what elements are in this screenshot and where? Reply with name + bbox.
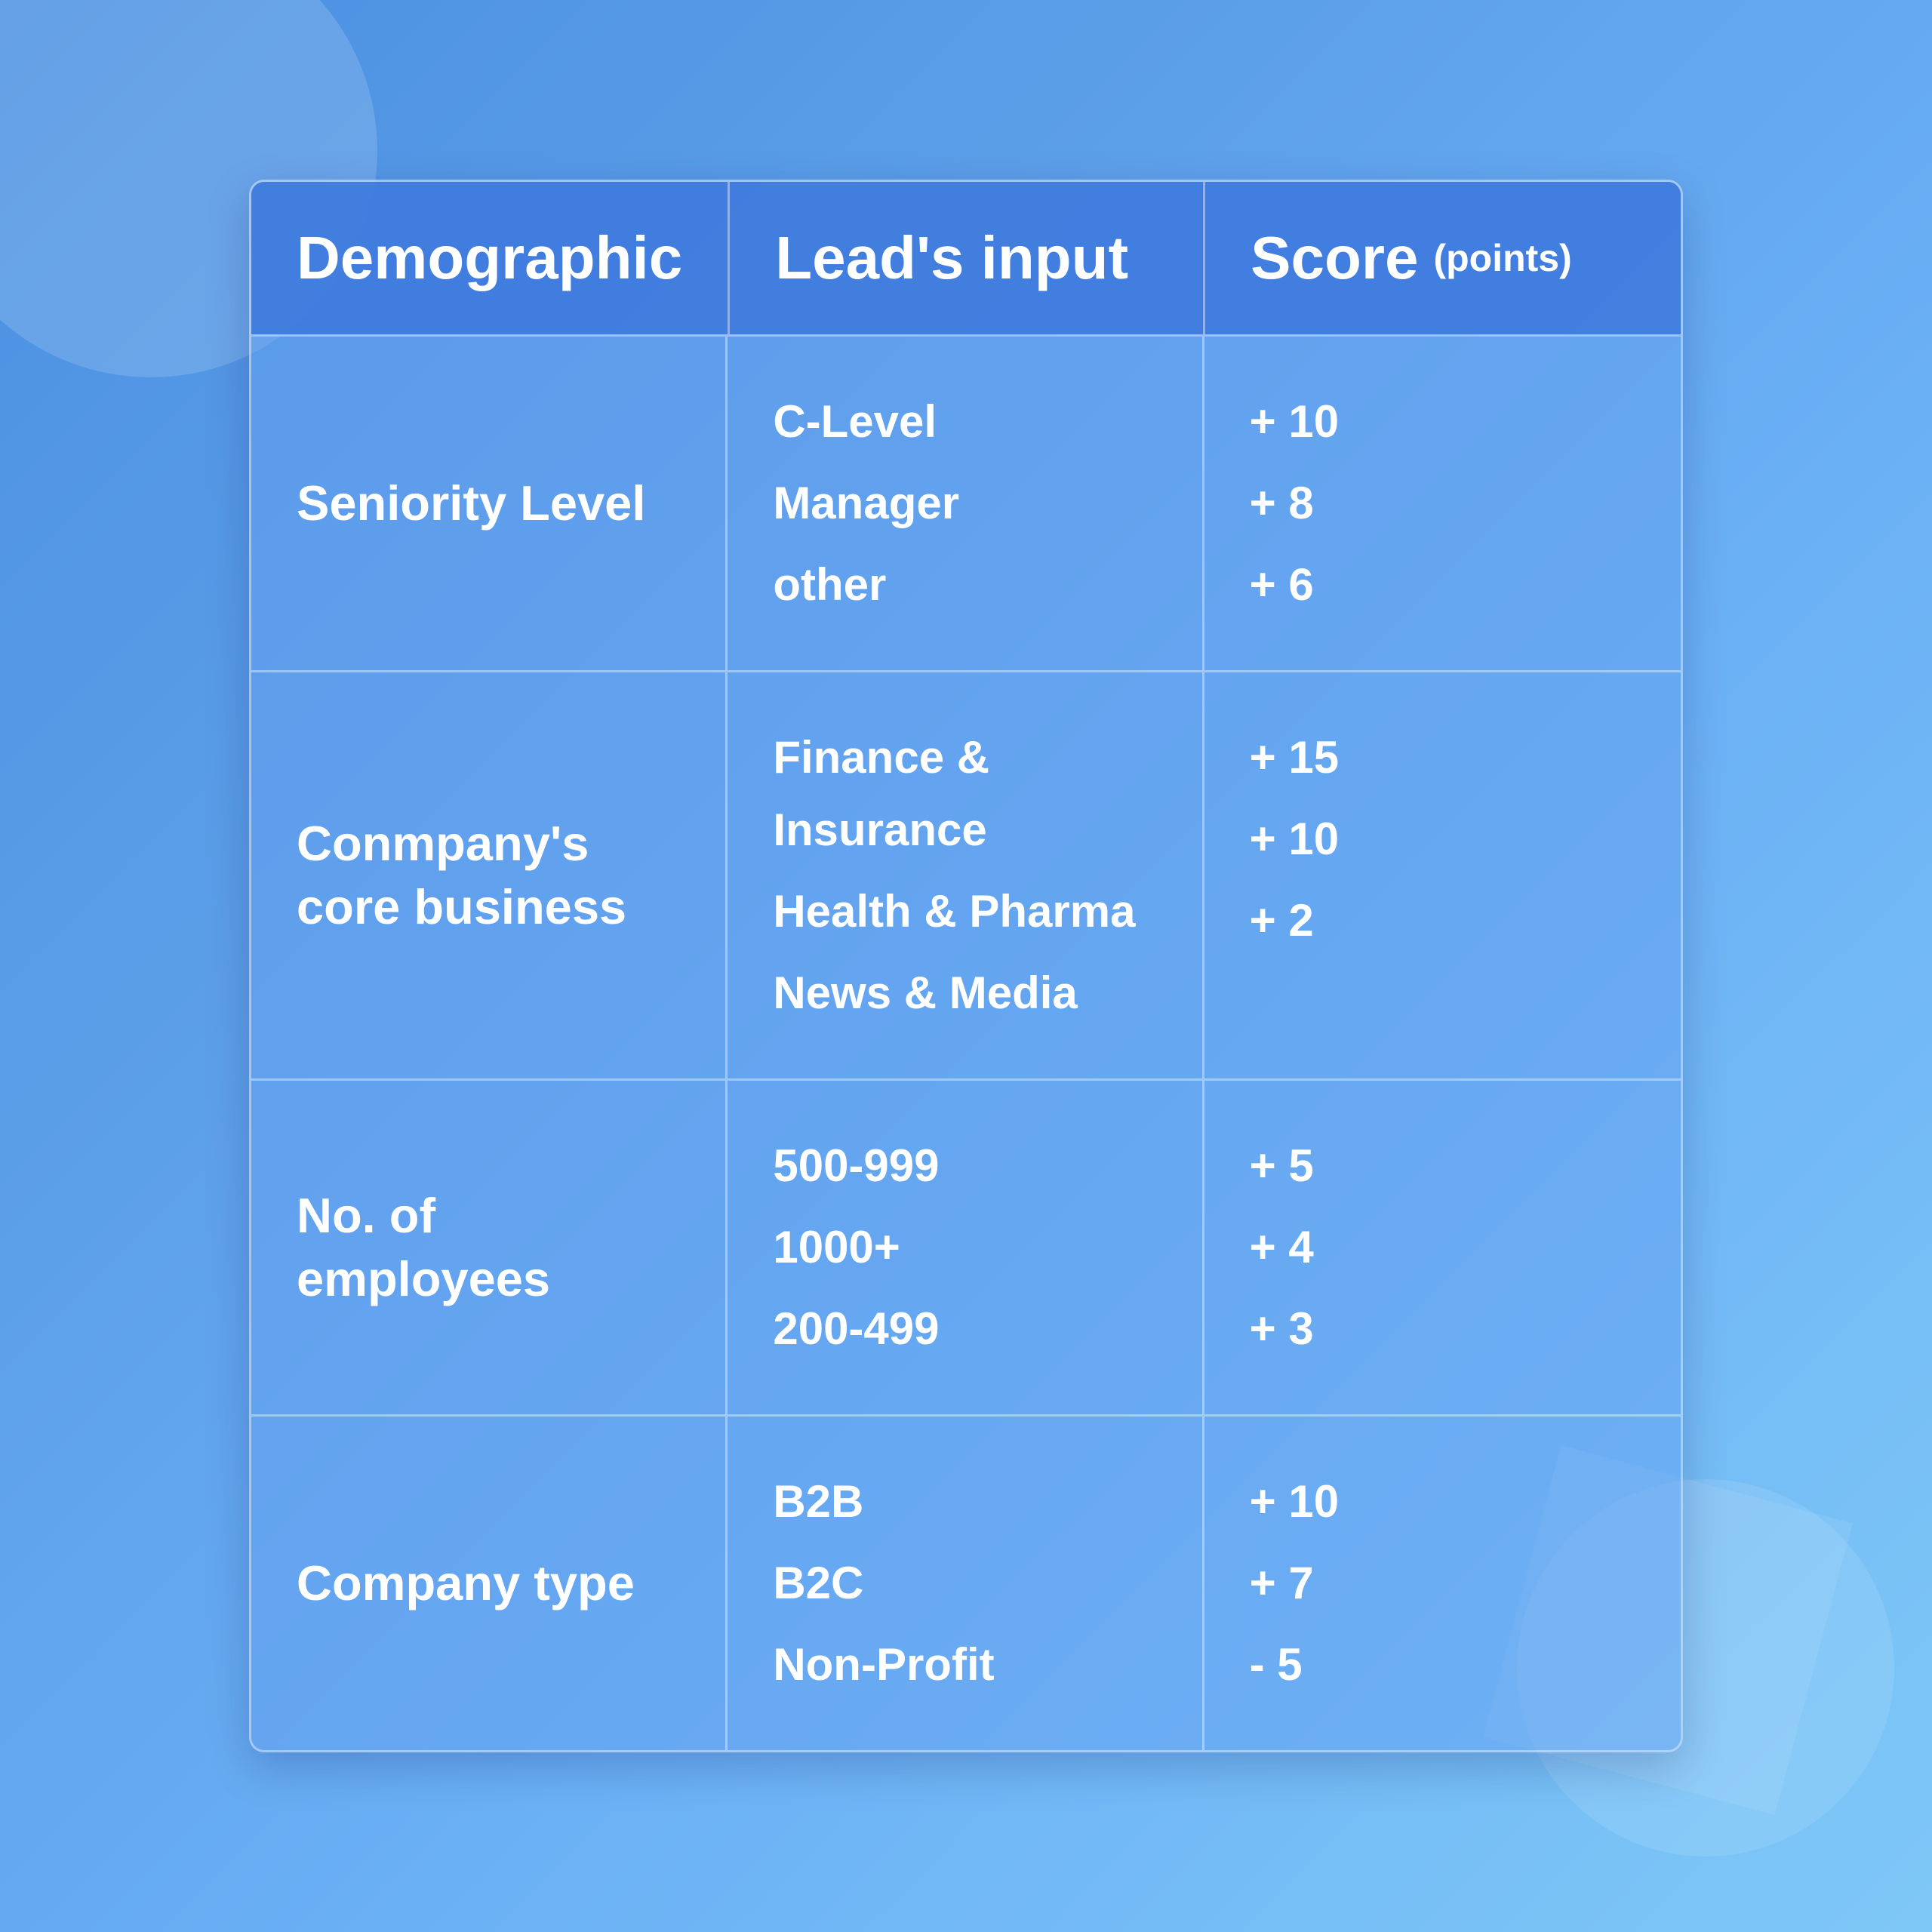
header-score-sub-label: (points) — [1433, 236, 1571, 280]
score-seniority: + 10 + 8 + 6 — [1204, 337, 1681, 670]
score-employees-2: + 3 — [1250, 1293, 1314, 1365]
score-employees-1: + 4 — [1250, 1211, 1314, 1284]
demographic-company-type: Company type — [251, 1417, 728, 1750]
score-company-type-0: + 10 — [1250, 1466, 1339, 1538]
input-business: Finance & Insurance Health & Pharma News… — [728, 672, 1204, 1078]
score-employees: + 5 + 4 + 3 — [1204, 1081, 1681, 1414]
score-company-type-2: - 5 — [1250, 1629, 1303, 1701]
score-seniority-2: + 6 — [1250, 549, 1314, 621]
table-row: Seniority Level C-Level Manager other + … — [251, 337, 1681, 672]
table-row: No. of employees 500-999 1000+ 200-499 +… — [251, 1081, 1681, 1417]
input-business-0: Finance & Insurance — [773, 721, 1156, 866]
header-leads-input-label: Lead's input — [775, 223, 1128, 293]
input-employees: 500-999 1000+ 200-499 — [728, 1081, 1204, 1414]
input-employees-1: 1000+ — [773, 1211, 900, 1284]
header-score: Score (points) — [1205, 182, 1681, 334]
demographic-company-type-label: Company type — [297, 1552, 635, 1616]
header-demographic-label: Demographic — [297, 223, 682, 293]
input-employees-0: 500-999 — [773, 1130, 939, 1202]
input-seniority: C-Level Manager other — [728, 337, 1204, 670]
input-employees-2: 200-499 — [773, 1293, 939, 1365]
score-seniority-1: + 8 — [1250, 467, 1314, 540]
score-company-type-1: + 7 — [1250, 1547, 1314, 1620]
header-demographic: Demographic — [251, 182, 730, 334]
table-header: Demographic Lead's input Score (points) — [251, 182, 1681, 337]
score-business-1: + 10 — [1250, 803, 1339, 875]
demographic-employees: No. of employees — [251, 1081, 728, 1414]
input-company-type-1: B2C — [773, 1547, 863, 1620]
score-business-0: + 15 — [1250, 721, 1339, 794]
input-business-2: News & Media — [773, 957, 1077, 1029]
score-employees-0: + 5 — [1250, 1130, 1314, 1202]
scoring-table: Demographic Lead's input Score (points) … — [249, 180, 1683, 1752]
demographic-seniority: Seniority Level — [251, 337, 728, 670]
demographic-business-label: Conmpany's core business — [297, 812, 680, 940]
demographic-seniority-label: Seniority Level — [297, 472, 645, 536]
table-body: Seniority Level C-Level Manager other + … — [251, 337, 1681, 1750]
score-business: + 15 + 10 + 2 — [1204, 672, 1681, 1078]
input-seniority-1: Manager — [773, 467, 959, 540]
header-leads-input: Lead's input — [730, 182, 1205, 334]
score-seniority-0: + 10 — [1250, 386, 1339, 458]
input-company-type: B2B B2C Non-Profit — [728, 1417, 1204, 1750]
input-company-type-0: B2B — [773, 1466, 863, 1538]
input-business-1: Health & Pharma — [773, 875, 1135, 948]
input-seniority-2: other — [773, 549, 886, 621]
input-company-type-2: Non-Profit — [773, 1629, 994, 1701]
demographic-employees-label: No. of employees — [297, 1184, 680, 1312]
input-seniority-0: C-Level — [773, 386, 937, 458]
demographic-business: Conmpany's core business — [251, 672, 728, 1078]
header-score-main-label: Score — [1251, 223, 1418, 293]
score-business-2: + 2 — [1250, 884, 1314, 957]
table-row: Conmpany's core business Finance & Insur… — [251, 672, 1681, 1081]
table-row: Company type B2B B2C Non-Profit + 10 + 7… — [251, 1417, 1681, 1750]
score-company-type: + 10 + 7 - 5 — [1204, 1417, 1681, 1750]
